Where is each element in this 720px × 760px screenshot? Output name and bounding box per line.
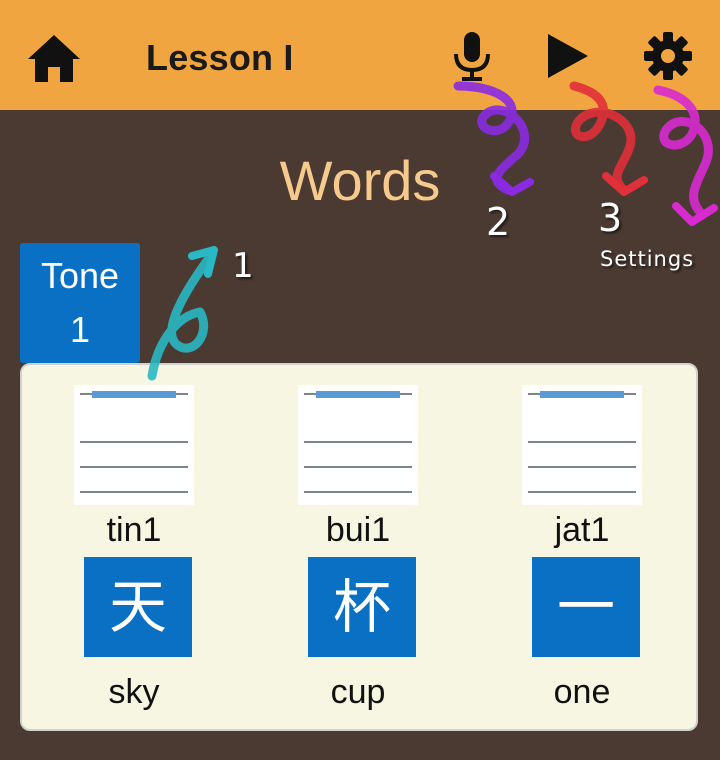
character-tile[interactable]: 一 <box>532 557 640 657</box>
jyutping-label: bui1 <box>325 511 391 549</box>
annotation-label-settings: Settings <box>600 247 695 271</box>
jyutping-label: tin1 <box>106 511 162 549</box>
microphone-button[interactable] <box>442 26 502 86</box>
microphone-icon <box>454 32 490 81</box>
play-button[interactable] <box>536 26 596 86</box>
tab-tone-1[interactable]: Tone 1 <box>20 243 140 363</box>
meaning-label: one <box>553 673 611 711</box>
lesson-title: Lesson I <box>146 37 294 78</box>
words-panel: tin1 天 sky bui1 杯 cup jat1 一 one <box>20 363 698 731</box>
character-tile[interactable]: 杯 <box>308 557 416 657</box>
home-button[interactable] <box>22 26 86 90</box>
gear-icon <box>644 32 692 80</box>
play-icon <box>548 34 588 78</box>
annotation-arrow-1-head <box>188 246 218 278</box>
annotation-arrow-1 <box>147 249 217 381</box>
annotation-label-1: 1 <box>232 246 254 286</box>
meaning-label: sky <box>108 673 160 711</box>
tone-contour-icon <box>80 391 188 493</box>
tone-tab-label: Tone <box>40 255 120 296</box>
character-tile[interactable]: 天 <box>84 557 192 657</box>
jyutping-label: jat1 <box>554 511 610 549</box>
settings-button[interactable] <box>638 26 698 86</box>
top-bar: Lesson I <box>0 0 720 110</box>
meaning-label: cup <box>330 673 386 711</box>
home-icon <box>28 35 80 82</box>
tone-contour-card[interactable] <box>522 385 642 505</box>
annotation-label-3: 3 <box>598 196 623 240</box>
tone-contour-card[interactable] <box>74 385 194 505</box>
tone-contour-icon <box>304 391 412 493</box>
tone-tab-number: 1 <box>69 309 91 350</box>
annotation-label-2: 2 <box>486 200 511 244</box>
tone-contour-card[interactable] <box>298 385 418 505</box>
tone-contour-icon <box>528 391 636 493</box>
